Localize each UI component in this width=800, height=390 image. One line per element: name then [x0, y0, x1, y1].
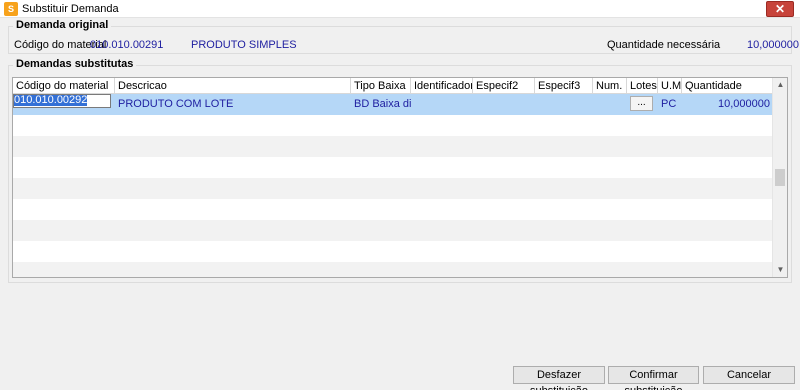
title-bar: S Substituir Demanda ✕: [0, 0, 800, 18]
column-header-tipo-baixa[interactable]: Tipo Baixa: [351, 78, 411, 94]
column-header-lotes[interactable]: Lotes: [627, 78, 658, 94]
column-header-especif2[interactable]: Especif2: [473, 78, 535, 94]
column-header-descricao[interactable]: Descricao: [115, 78, 351, 94]
column-header-num[interactable]: Num.: [593, 78, 627, 94]
cancelar-button[interactable]: Cancelar: [703, 366, 795, 384]
vertical-scrollbar[interactable]: ▲ ▼: [772, 78, 787, 277]
confirmar-substituicao-button[interactable]: Confirmar substituição: [608, 366, 699, 390]
codigo-material-value: 010.010.00291: [90, 39, 164, 51]
especif2-cell: [473, 94, 535, 115]
demanda-original-title: Demanda original: [13, 19, 112, 31]
chevron-up-icon[interactable]: ▲: [773, 78, 787, 92]
demandas-substitutas-title: Demandas substitutas: [13, 58, 137, 70]
table-row-empty[interactable]: [13, 115, 773, 136]
column-header-quantidade[interactable]: Quantidade: [682, 78, 773, 94]
close-button[interactable]: ✕: [766, 1, 794, 17]
column-header-especif3[interactable]: Especif3: [535, 78, 593, 94]
identificador-cell: [411, 94, 473, 115]
tipo-baixa-cell: BD Baixa diretz: [354, 98, 411, 110]
table-row-empty[interactable]: [13, 262, 773, 277]
column-header-identificador[interactable]: Identificador: [411, 78, 473, 94]
table-row-empty[interactable]: [13, 136, 773, 157]
table-row-empty[interactable]: [13, 199, 773, 220]
codigo-material-cell-input[interactable]: 010.010.00292: [13, 94, 111, 108]
grid-header: Código do material Descricao Tipo Baixa …: [13, 78, 773, 94]
table-row-empty[interactable]: [13, 241, 773, 262]
um-cell: PC: [661, 98, 677, 110]
quantidade-cell: 10,000000: [718, 98, 770, 110]
column-header-codigo[interactable]: Código do material: [13, 78, 115, 94]
num-cell: [593, 94, 627, 115]
substitutas-grid[interactable]: Código do material Descricao Tipo Baixa …: [12, 77, 788, 278]
lotes-button[interactable]: ...: [630, 96, 653, 111]
quantidade-necessaria-value: 10,000000: [747, 39, 799, 51]
descricao-value: PRODUTO SIMPLES: [191, 39, 297, 51]
app-logo-icon: S: [4, 2, 18, 16]
chevron-down-icon[interactable]: ▼: [773, 263, 787, 277]
quantidade-necessaria-label: Quantidade necessária: [607, 39, 721, 51]
especif3-cell: [535, 94, 593, 115]
table-row-empty[interactable]: [13, 178, 773, 199]
descricao-cell: PRODUTO COM LOTE: [118, 98, 234, 110]
table-row-empty[interactable]: [13, 157, 773, 178]
scrollbar-thumb[interactable]: [775, 169, 785, 186]
desfazer-substituicao-button[interactable]: Desfazer substituição: [513, 366, 605, 390]
codigo-material-cell-text: 010.010.00292: [14, 94, 88, 106]
table-row-empty[interactable]: [13, 220, 773, 241]
table-row[interactable]: 010.010.00292 PRODUTO COM LOTE BD Baixa …: [13, 94, 773, 115]
column-header-um[interactable]: U.M.: [658, 78, 682, 94]
grid-rows: 010.010.00292 PRODUTO COM LOTE BD Baixa …: [13, 94, 773, 277]
window-title: Substituir Demanda: [22, 3, 119, 15]
